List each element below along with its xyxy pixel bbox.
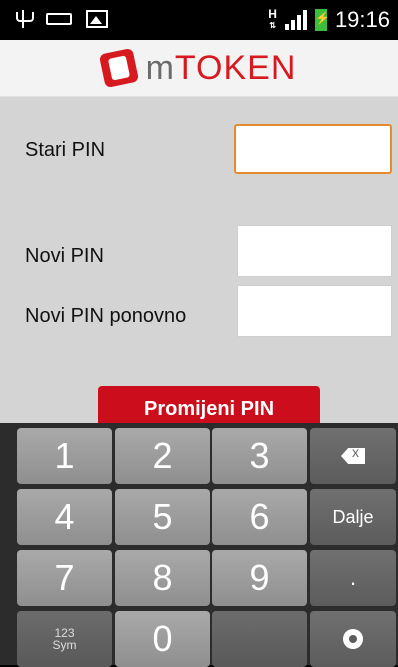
app-header: mTOKEN	[0, 40, 398, 97]
key-7[interactable]: 7	[17, 550, 112, 606]
key-8[interactable]: 8	[115, 550, 210, 606]
key-4[interactable]: 4	[17, 489, 112, 545]
logo-m: m	[145, 48, 175, 87]
numeric-keyboard: 1 2 3 4 5 6 Dalje 7 8 9 . 123 Sym 0	[0, 423, 398, 667]
new-pin-input[interactable]	[237, 225, 392, 277]
keyboard-icon	[46, 13, 72, 25]
image-icon	[86, 10, 108, 28]
period-key[interactable]: .	[310, 550, 396, 606]
status-bar: H⇅ 19:16	[0, 0, 398, 40]
notification-icons	[14, 8, 108, 30]
app-logo: mTOKEN	[146, 49, 297, 88]
old-pin-input[interactable]	[234, 124, 392, 174]
symbols-key[interactable]: 123 Sym	[17, 611, 112, 667]
usb-icon	[14, 8, 34, 30]
backspace-icon	[341, 448, 365, 464]
key-2[interactable]: 2	[115, 428, 210, 484]
key-1[interactable]: 1	[17, 428, 112, 484]
clock: 19:16	[334, 7, 390, 32]
confirm-pin-label: Novi PIN ponovno	[25, 305, 187, 327]
settings-key[interactable]	[310, 611, 396, 667]
signal-icon	[284, 10, 307, 30]
old-pin-label: Stari PIN	[25, 139, 106, 161]
system-icons: H⇅ 19:16	[268, 7, 390, 33]
key-9[interactable]: 9	[212, 550, 307, 606]
mtoken-logo-icon	[98, 47, 139, 89]
backspace-key[interactable]	[310, 428, 396, 484]
key-0[interactable]: 0	[115, 611, 210, 667]
empty-key[interactable]	[212, 611, 307, 667]
next-key[interactable]: Dalje	[310, 489, 396, 545]
key-6[interactable]: 6	[212, 489, 307, 545]
symbols-key-bottom: Sym	[52, 638, 77, 652]
new-pin-label: Novi PIN	[25, 245, 104, 267]
key-5[interactable]: 5	[115, 489, 210, 545]
logo-token: TOKEN	[174, 48, 297, 87]
confirm-pin-input[interactable]	[237, 285, 392, 337]
battery-icon	[314, 9, 330, 31]
gear-icon	[343, 629, 363, 649]
key-3[interactable]: 3	[212, 428, 307, 484]
change-pin-form: Stari PIN Novi PIN Novi PIN ponovno Prom…	[0, 97, 398, 423]
change-pin-button[interactable]: Promijeni PIN	[98, 386, 320, 423]
network-type: H ⇅	[268, 7, 277, 30]
